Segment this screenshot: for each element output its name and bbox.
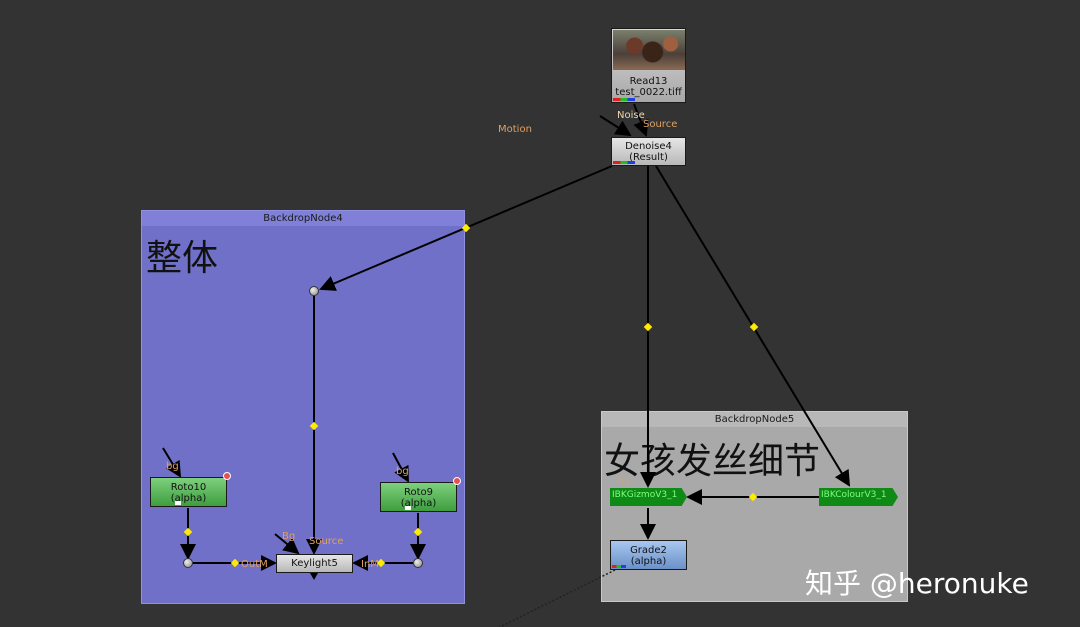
dot-node[interactable] bbox=[309, 286, 319, 296]
input-label-noise: Noise bbox=[617, 110, 645, 121]
input-label-bg: bg bbox=[396, 466, 409, 477]
node-name: Denoise4 bbox=[625, 141, 672, 152]
node-name: Roto10 bbox=[170, 482, 207, 493]
node-graph[interactable]: BackdropNode4 整体 BackdropNode5 女孩发丝细节 Re… bbox=[0, 0, 1080, 627]
node-name: Roto9 bbox=[403, 487, 434, 498]
ibk-gizmo-node[interactable]: IBKGizmoV3_1 bbox=[610, 488, 687, 506]
mask-indicator bbox=[175, 501, 181, 505]
input-label-source: Source bbox=[643, 119, 678, 130]
input-label-outm: OutM bbox=[241, 559, 268, 570]
mask-indicator bbox=[405, 506, 411, 510]
input-label-motion: Motion bbox=[498, 124, 532, 135]
watermark: 知乎 @heronuke bbox=[805, 567, 1029, 600]
thumbnail-image bbox=[613, 30, 685, 70]
input-label-bg: Bg bbox=[282, 531, 296, 542]
keylight-output-arrow bbox=[310, 573, 318, 580]
grade-node[interactable]: Grade2 (alpha) bbox=[610, 540, 687, 570]
node-name: Grade2 bbox=[630, 545, 667, 556]
node-subtitle: (alpha) bbox=[400, 498, 437, 509]
roto9-node[interactable]: Roto9 (alpha) bbox=[380, 482, 457, 512]
dot-node[interactable] bbox=[413, 558, 423, 568]
roto10-node[interactable]: Roto10 (alpha) bbox=[150, 477, 227, 507]
input-label-bg: bg bbox=[618, 476, 631, 487]
input-label-source: Source bbox=[309, 536, 344, 547]
channel-indicator bbox=[613, 98, 635, 101]
node-subtitle: (alpha) bbox=[170, 493, 207, 504]
channel-indicator bbox=[612, 565, 626, 568]
keylight-node[interactable]: Keylight5 bbox=[276, 554, 353, 573]
channel-indicator bbox=[613, 161, 635, 164]
node-name: Read13 bbox=[629, 76, 668, 87]
ibk-colour-node[interactable]: IBKColourV3_1 bbox=[819, 488, 898, 506]
pipe-grade-output bbox=[499, 569, 616, 627]
dot-node[interactable] bbox=[183, 558, 193, 568]
node-file: test_0022.tiff bbox=[615, 87, 682, 98]
node-name: Keylight5 bbox=[291, 558, 338, 569]
denoise-node[interactable]: Denoise4 (Result) bbox=[611, 137, 686, 166]
warning-icon bbox=[223, 472, 231, 480]
input-label-bg: bg bbox=[166, 461, 179, 472]
warning-icon bbox=[453, 477, 461, 485]
read-node[interactable]: Read13 test_0022.tiff bbox=[611, 28, 686, 103]
node-name: IBKColourV3_1 bbox=[821, 490, 887, 500]
node-connections bbox=[162, 103, 851, 627]
input-label-inm: InM bbox=[361, 559, 379, 570]
node-name: IBKGizmoV3_1 bbox=[612, 490, 678, 500]
